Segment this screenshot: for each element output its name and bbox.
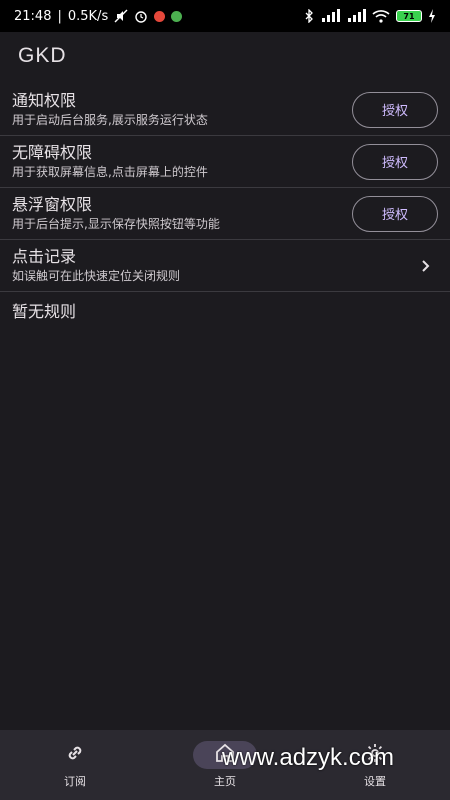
row-title: 通知权限 [12,91,77,110]
notification-app-icon [154,10,166,22]
status-right: 71 [304,9,436,23]
bluetooth-icon [304,9,314,23]
accessibility-permission-row: 无障碍权限 用于获取屏幕信息,点击屏幕上的控件 授权 [0,136,450,188]
wifi-icon [372,9,390,23]
signal-hd-icon-2 [346,9,366,23]
charging-icon [428,9,436,23]
nav-icon-wrap [43,741,107,769]
row-title: 悬浮窗权限 [12,195,93,214]
row-subtitle: 用于获取屏幕信息,点击屏幕上的控件 [12,165,208,179]
watermark: www.adzyk.com [222,744,395,771]
status-time: 21:48 [14,8,52,24]
settings-list: 通知权限 用于启动后台服务,展示服务运行状态 授权 无障碍权限 用于获取屏幕信息… [0,84,450,328]
authorize-accessibility-button[interactable]: 授权 [352,143,438,180]
row-title: 点击记录 [12,247,77,266]
nav-label: 主页 [214,775,236,788]
status-left: 21:48 | 0.5K/s [14,9,304,24]
app-title: GKD [18,44,67,67]
status-speed: 0.5K/s [67,8,109,24]
status-divider: | [57,8,62,24]
authorize-notification-button[interactable]: 授权 [352,91,438,128]
status-bar: 21:48 | 0.5K/s 71 [0,0,450,32]
row-subtitle: 如误触可在此快速定位关闭规则 [12,269,181,283]
notification-app-icon-2 [171,10,183,22]
nav-subscriptions[interactable]: 订阅 [20,741,130,789]
row-subtitle: 用于启动后台服务,展示服务运行状态 [12,113,208,127]
chevron-right-icon [414,254,438,278]
row-text: 无障碍权限 用于获取屏幕信息,点击屏幕上的控件 [12,142,352,181]
row-subtitle: 用于后台提示,显示保存快照按钮等功能 [12,217,220,231]
row-text: 通知权限 用于启动后台服务,展示服务运行状态 [12,90,352,129]
app-bar: GKD [0,32,450,80]
authorize-overlay-button[interactable]: 授权 [352,195,438,232]
row-text: 点击记录 如误触可在此快速定位关闭规则 [12,246,414,285]
link-icon [64,742,86,768]
empty-rules-text: 暂无规则 [12,302,77,321]
nav-label: 订阅 [64,775,86,788]
overlay-permission-row: 悬浮窗权限 用于后台提示,显示保存快照按钮等功能 授权 [0,188,450,240]
row-title: 无障碍权限 [12,143,93,162]
mute-icon [114,9,128,23]
click-log-row[interactable]: 点击记录 如误触可在此快速定位关闭规则 [0,240,450,292]
alarm-icon [134,9,148,23]
battery-level: 71 [403,11,415,21]
row-text: 悬浮窗权限 用于后台提示,显示保存快照按钮等功能 [12,194,352,233]
nav-label: 设置 [364,775,386,788]
notification-permission-row: 通知权限 用于启动后台服务,展示服务运行状态 授权 [0,84,450,136]
signal-hd-icon [320,9,340,23]
battery-icon: 71 [396,10,422,22]
